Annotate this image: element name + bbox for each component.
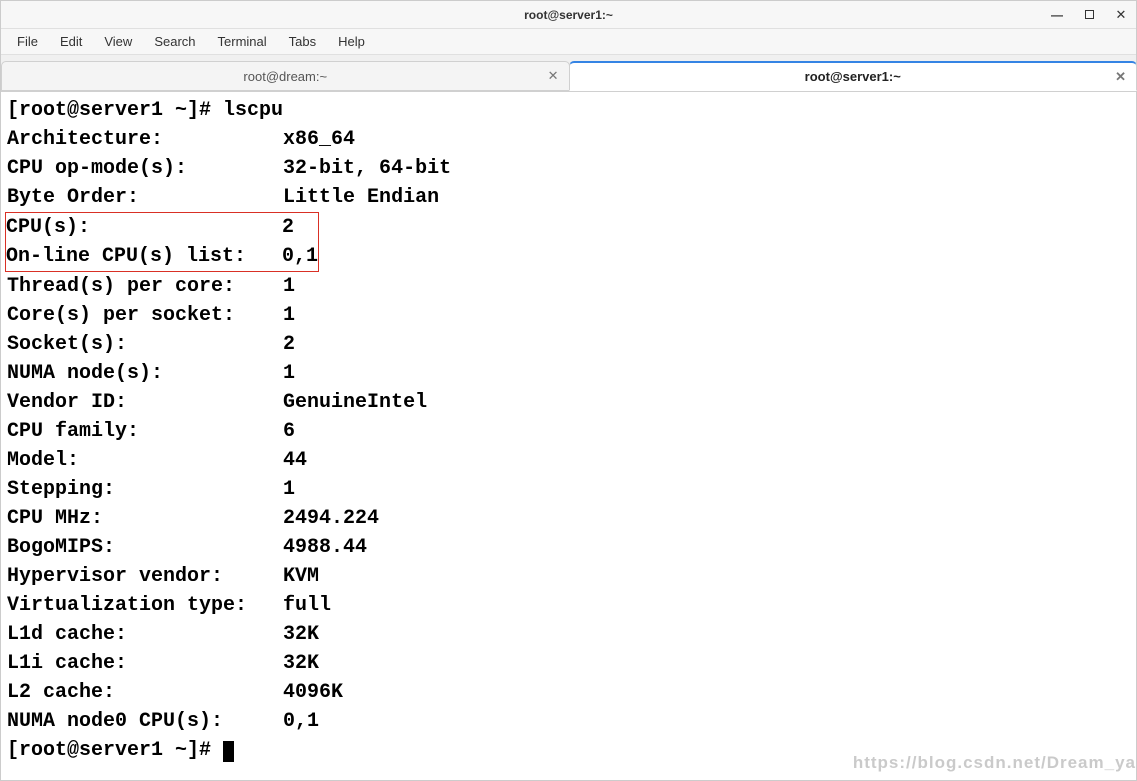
terminal-line: Model: 44 <box>7 446 1130 475</box>
prompt-line: [root@server1 ~]# lscpu <box>7 96 1130 125</box>
terminal-line: NUMA node0 CPU(s): 0,1 <box>7 707 1130 736</box>
terminal-line: NUMA node(s): 1 <box>7 359 1130 388</box>
terminal-line: Virtualization type: full <box>7 591 1130 620</box>
terminal-line: L1i cache: 32K <box>7 649 1130 678</box>
menu-search[interactable]: Search <box>144 31 205 52</box>
menu-help[interactable]: Help <box>328 31 375 52</box>
minimize-icon[interactable] <box>1050 8 1064 22</box>
terminal-line: Hypervisor vendor: KVM <box>7 562 1130 591</box>
tab-label: root@server1:~ <box>582 69 1125 84</box>
close-icon[interactable]: ✕ <box>1115 69 1126 85</box>
tab-dream[interactable]: root@dream:~ ✕ <box>1 61 570 91</box>
tab-server1[interactable]: root@server1:~ ✕ <box>569 61 1137 91</box>
terminal-line: L1d cache: 32K <box>7 620 1130 649</box>
terminal-line: L2 cache: 4096K <box>7 678 1130 707</box>
terminal-line: Byte Order: Little Endian <box>7 183 1130 212</box>
menu-tabs[interactable]: Tabs <box>279 31 326 52</box>
menu-edit[interactable]: Edit <box>50 31 92 52</box>
terminal-line: BogoMIPS: 4988.44 <box>7 533 1130 562</box>
window-controls <box>1050 8 1128 22</box>
maximize-icon[interactable] <box>1082 8 1096 22</box>
terminal-line: Vendor ID: GenuineIntel <box>7 388 1130 417</box>
terminal-line: On-line CPU(s) list: 0,1 <box>6 242 318 271</box>
menu-terminal[interactable]: Terminal <box>208 31 277 52</box>
menu-file[interactable]: File <box>7 31 48 52</box>
watermark: https://blog.csdn.net/Dream_ya <box>853 751 1136 776</box>
window-title: root@server1:~ <box>524 8 613 22</box>
close-icon[interactable]: ✕ <box>548 68 559 84</box>
terminal-line: CPU MHz: 2494.224 <box>7 504 1130 533</box>
terminal-line: Stepping: 1 <box>7 475 1130 504</box>
highlight-box: CPU(s): 2On-line CPU(s) list: 0,1 <box>5 212 319 272</box>
terminal-line: Socket(s): 2 <box>7 330 1130 359</box>
terminal-window: root@server1:~ File Edit View Search Ter… <box>0 0 1137 781</box>
terminal-line: CPU op-mode(s): 32-bit, 64-bit <box>7 154 1130 183</box>
titlebar: root@server1:~ <box>1 1 1136 29</box>
terminal-line: Architecture: x86_64 <box>7 125 1130 154</box>
menubar: File Edit View Search Terminal Tabs Help <box>1 29 1136 55</box>
terminal-line: Thread(s) per core: 1 <box>7 272 1130 301</box>
terminal-line: CPU(s): 2 <box>6 213 318 242</box>
terminal-line: CPU family: 6 <box>7 417 1130 446</box>
tabs: root@dream:~ ✕ root@server1:~ ✕ <box>1 55 1136 92</box>
close-icon[interactable] <box>1114 8 1128 22</box>
tab-label: root@dream:~ <box>14 69 557 84</box>
terminal-output[interactable]: [root@server1 ~]# lscpuArchitecture: x86… <box>1 92 1136 780</box>
terminal-line: Core(s) per socket: 1 <box>7 301 1130 330</box>
cursor <box>223 741 234 762</box>
menu-view[interactable]: View <box>94 31 142 52</box>
